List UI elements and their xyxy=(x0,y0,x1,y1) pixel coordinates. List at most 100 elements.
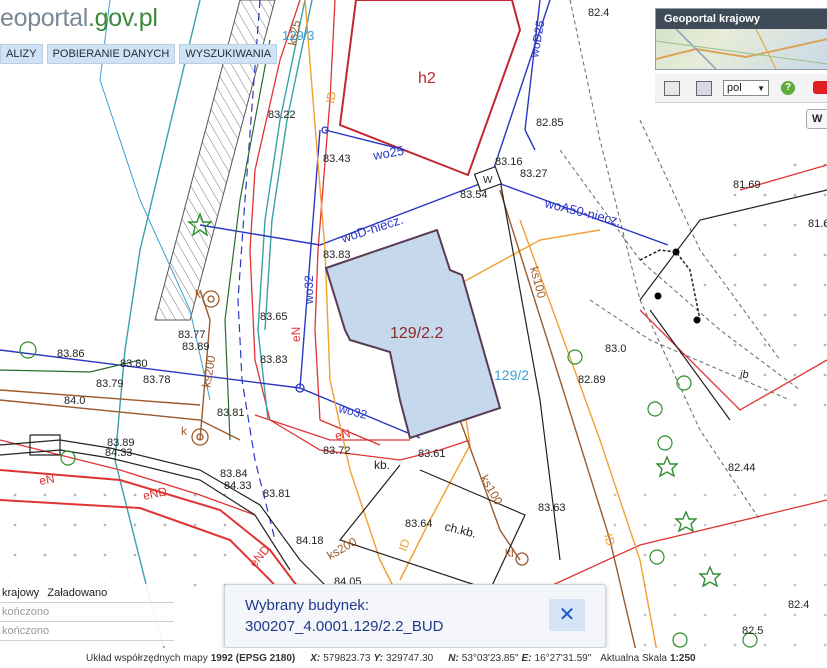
language-select[interactable]: pol ▼ xyxy=(723,80,769,96)
menu-item-pobieranie-danych[interactable]: POBIERANIE DANYCH xyxy=(46,44,176,64)
layer-status: kończono xyxy=(2,625,50,637)
layer-row: krajowy Załadowano xyxy=(0,584,174,603)
building-h2-label: h2 xyxy=(418,70,436,87)
e-value: 16°27'31.59" xyxy=(534,652,592,664)
svg-text:83.83: 83.83 xyxy=(260,354,288,366)
svg-text:81.6: 81.6 xyxy=(808,218,827,230)
svg-text:eN: eN xyxy=(38,472,56,488)
geoportal-logo[interactable]: eoportal.gov.pl xyxy=(0,4,158,33)
svg-text:ID: ID xyxy=(396,537,413,553)
x-label: X: xyxy=(310,652,321,664)
scale-value: 1:250 xyxy=(669,652,696,664)
popup-title: Wybrany budynek: xyxy=(245,597,370,614)
e-label: E: xyxy=(521,652,532,664)
chevron-down-icon: ▼ xyxy=(757,83,765,93)
coordinate-status-bar: Układ współrzędnych mapy 1992 (EPSG 2180… xyxy=(0,648,827,668)
svg-text:84.33: 84.33 xyxy=(105,447,133,459)
svg-text:83.78: 83.78 xyxy=(143,374,171,386)
svg-text:83.16: 83.16 xyxy=(495,156,523,168)
svg-text:83.63: 83.63 xyxy=(538,502,566,514)
svg-text:83.81: 83.81 xyxy=(263,488,291,500)
svg-text:83.89: 83.89 xyxy=(182,341,210,353)
svg-text:82.4: 82.4 xyxy=(788,599,809,611)
crs-label: Układ współrzędnych mapy xyxy=(86,652,208,664)
svg-text:83.72: 83.72 xyxy=(323,445,351,457)
logo-domain-text: .gov.pl xyxy=(87,4,158,32)
svg-text:woA50-niecz.: woA50-niecz. xyxy=(542,195,622,229)
n-label: N: xyxy=(448,652,459,664)
svg-text:83.43: 83.43 xyxy=(323,153,351,165)
svg-text:82.5: 82.5 xyxy=(742,625,763,637)
side-button[interactable]: W xyxy=(806,109,827,129)
svg-text:woD25: woD25 xyxy=(527,19,548,60)
svg-text:ks100: ks100 xyxy=(477,473,505,508)
main-menu: ALIZY POBIERANIE DANYCH WYSZUKIWANIA xyxy=(0,44,278,64)
svg-text:83.77: 83.77 xyxy=(178,329,206,341)
svg-text:83.27: 83.27 xyxy=(520,168,548,180)
legend-icon[interactable] xyxy=(664,81,680,96)
svg-text:82.85: 82.85 xyxy=(536,117,564,129)
svg-text:eN: eN xyxy=(289,327,303,342)
n-value: 53°03'23.85" xyxy=(461,652,519,664)
layer-name: krajowy xyxy=(2,587,40,599)
svg-text:k: k xyxy=(195,287,202,301)
svg-text:84.33: 84.33 xyxy=(224,480,252,492)
svg-text:83.83: 83.83 xyxy=(323,249,351,261)
svg-text:81.69: 81.69 xyxy=(733,179,761,191)
crs-value: 1992 (EPSG 2180) xyxy=(210,652,296,664)
layer-status: Załadowano xyxy=(47,587,108,599)
svg-text:W: W xyxy=(483,175,493,186)
layer-row: kończono xyxy=(0,622,174,641)
scale-label: Aktualna Skala xyxy=(600,652,667,664)
water-lines xyxy=(0,0,669,439)
svg-text:82.44: 82.44 xyxy=(728,462,756,474)
youtube-icon[interactable] xyxy=(813,81,827,94)
help-icon[interactable]: ? xyxy=(781,81,795,95)
svg-text:83.64: 83.64 xyxy=(405,518,433,530)
language-select-value: pol xyxy=(727,82,742,94)
svg-text:82.89: 82.89 xyxy=(578,374,606,386)
wms-icon[interactable] xyxy=(696,81,712,96)
annotation-kb: kb. xyxy=(374,458,390,472)
menu-item-analizy[interactable]: ALIZY xyxy=(0,44,43,64)
svg-text:83.86: 83.86 xyxy=(57,348,85,360)
popup-building-id: 300207_4.0001.129/2.2_BUD xyxy=(245,618,444,635)
svg-text:83.0: 83.0 xyxy=(605,343,626,355)
dotted-area-bottom xyxy=(600,470,827,668)
close-button[interactable]: ✕ xyxy=(549,599,585,631)
svg-text:83.54: 83.54 xyxy=(460,189,488,201)
parcel-label-right: 129/2 xyxy=(494,367,529,383)
selected-building-label: 129/2.2 xyxy=(390,325,443,342)
svg-text:ks100: ks100 xyxy=(527,265,549,300)
geoportal-krajowy-panel[interactable]: Geoportal krajowy xyxy=(655,8,827,70)
layer-row: kończono xyxy=(0,603,174,622)
svg-text:ib: ib xyxy=(740,369,749,381)
svg-text:84.0: 84.0 xyxy=(64,395,85,407)
svg-text:83.65: 83.65 xyxy=(260,311,288,323)
svg-text:kl: kl xyxy=(505,546,514,560)
menu-item-wyszukiwania[interactable]: WYSZUKIWANIA xyxy=(179,44,278,64)
elev: 82.4 xyxy=(588,7,609,19)
layer-status-panel: krajowy Załadowano kończono kończono xyxy=(0,584,174,646)
svg-text:woD-niecz.: woD-niecz. xyxy=(338,212,405,246)
svg-text:eND: eND xyxy=(247,542,273,570)
y-label: Y: xyxy=(373,652,383,664)
overview-map-thumbnail xyxy=(656,29,827,69)
svg-text:k: k xyxy=(181,424,188,438)
svg-text:83.80: 83.80 xyxy=(120,358,148,370)
svg-text:wo32: wo32 xyxy=(336,401,369,422)
svg-text:ID: ID xyxy=(323,90,339,105)
svg-text:83.81: 83.81 xyxy=(217,407,245,419)
svg-text:83.79: 83.79 xyxy=(96,378,124,390)
building-h2[interactable] xyxy=(338,0,522,177)
svg-text:84.18: 84.18 xyxy=(296,535,324,547)
logo-main-text: eoportal xyxy=(0,4,88,32)
x-value: 579823.73 xyxy=(323,652,371,664)
layer-status: kończono xyxy=(2,606,50,618)
geoportal-krajowy-title: Geoportal krajowy xyxy=(656,9,827,29)
annotation-chkb: ch.kb. xyxy=(443,519,477,540)
svg-text:83.61: 83.61 xyxy=(418,448,446,460)
svg-text:wo25: wo25 xyxy=(371,143,405,163)
selected-building-popup: Wybrany budynek: 300207_4.0001.129/2.2_B… xyxy=(224,584,606,648)
svg-text:ks200: ks200 xyxy=(325,534,360,562)
